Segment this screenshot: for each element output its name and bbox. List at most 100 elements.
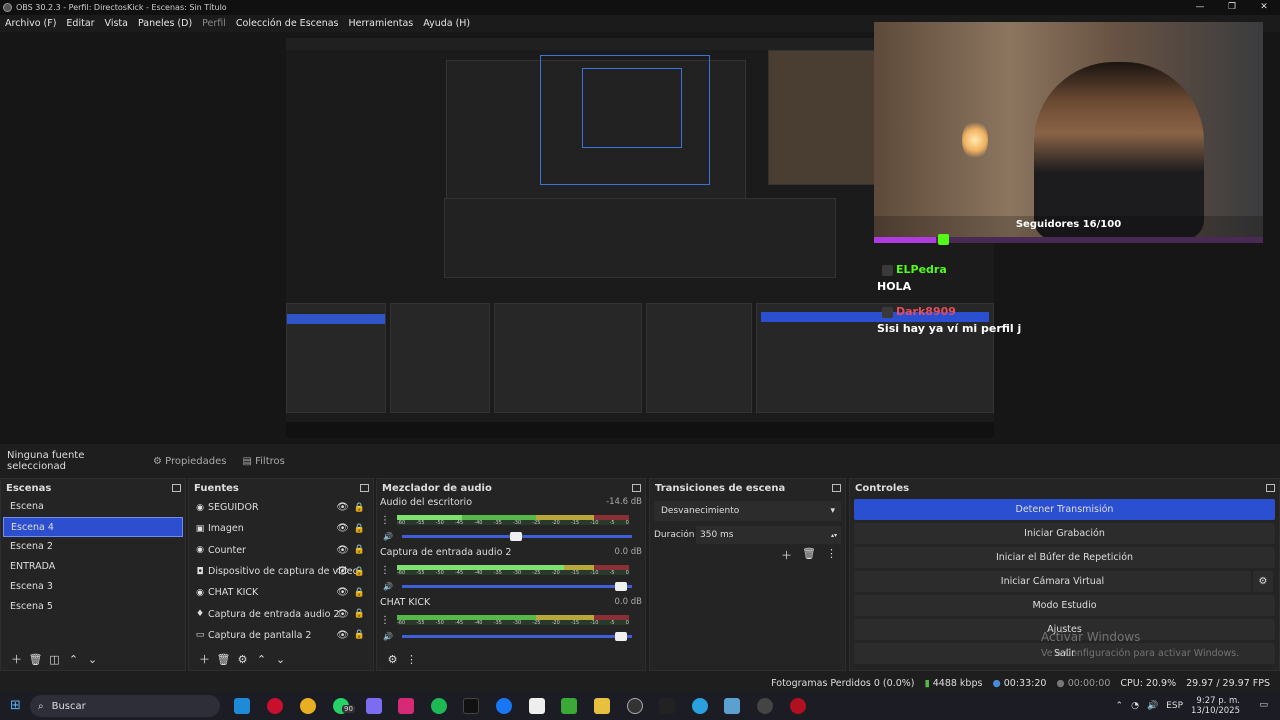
speaker-icon[interactable]: 🔊 — [1147, 701, 1158, 711]
scene-item[interactable]: Escena 2 — [3, 537, 183, 557]
float-icon[interactable] — [832, 484, 841, 492]
facebook-icon[interactable] — [496, 698, 512, 714]
slider-knob[interactable] — [615, 581, 628, 591]
edge-icon[interactable] — [234, 698, 250, 714]
eye-icon[interactable]: 👁 — [336, 587, 349, 598]
speaker-icon[interactable]: 🔊 — [383, 632, 397, 641]
wifi-icon[interactable]: ◔ — [1131, 701, 1139, 711]
windows-start-icon[interactable]: ⊞ — [10, 698, 21, 713]
source-item[interactable]: ▣ Imagen 👁 🔒 — [189, 518, 373, 539]
source-item[interactable]: ▭ Captura de pantalla 2 👁 🔒 — [189, 625, 373, 646]
start-virtual-camera-button[interactable]: Iniciar Cámara Virtual ⚙ — [854, 571, 1273, 592]
float-icon[interactable] — [1266, 484, 1275, 492]
menu-tools[interactable]: Herramientas — [344, 18, 419, 29]
instagram-icon[interactable] — [398, 698, 414, 714]
slider-knob[interactable] — [509, 531, 522, 541]
eye-icon[interactable]: 👁 — [336, 566, 349, 577]
eye-icon[interactable]: 👁 — [336, 545, 349, 556]
float-icon[interactable] — [360, 484, 369, 492]
maximize-button[interactable]: ❐ — [1216, 0, 1248, 15]
scene-filters-button[interactable]: ◫ — [45, 653, 64, 666]
eye-icon[interactable]: 👁 — [336, 502, 349, 513]
source-item[interactable]: ◉ Counter 👁 🔒 — [189, 540, 373, 561]
scene-item[interactable]: Escena 5 — [3, 597, 183, 617]
scene-item[interactable]: Escena 3 — [3, 577, 183, 597]
selection-box-inner[interactable] — [582, 68, 682, 148]
capcut-icon[interactable] — [529, 698, 545, 714]
add-scene-button[interactable]: ＋ — [7, 651, 26, 667]
source-properties-button[interactable]: ⚙ — [233, 653, 252, 666]
lock-icon[interactable]: 🔒 — [354, 588, 365, 598]
stop-streaming-button[interactable]: Detener Transmisión — [854, 499, 1275, 520]
app-icon[interactable] — [790, 698, 806, 714]
scene-item[interactable]: Escena — [3, 497, 183, 517]
remove-source-button[interactable]: 🗑 — [214, 653, 233, 666]
menu-edit[interactable]: Editar — [61, 18, 99, 29]
taskbar-search[interactable]: ⌕ Buscar — [30, 695, 220, 717]
start-replay-buffer-button[interactable]: Iniciar el Búfer de Repetición — [854, 547, 1275, 568]
move-up-button[interactable]: ⌃ — [64, 653, 83, 666]
telegram-icon[interactable] — [692, 698, 708, 714]
tiktok-icon[interactable] — [463, 698, 479, 714]
transition-menu-button[interactable]: ⋮ — [826, 547, 837, 563]
threads-icon[interactable] — [757, 698, 773, 714]
lock-icon[interactable]: 🔒 — [354, 630, 365, 640]
gear-icon[interactable]: ⚙ — [1253, 571, 1273, 592]
obs-taskbar-icon[interactable] — [627, 698, 643, 714]
notification-icon[interactable]: ▭ — [1259, 700, 1268, 710]
kebab-icon[interactable]: ⋮ — [380, 615, 390, 626]
opera-icon[interactable] — [267, 698, 283, 714]
menu-docks[interactable]: Paneles (D) — [133, 18, 197, 29]
chrome-icon[interactable] — [300, 698, 316, 714]
float-icon[interactable] — [172, 484, 181, 492]
move-down-button[interactable]: ⌄ — [271, 653, 290, 666]
kebab-icon[interactable]: ⋮ — [380, 515, 390, 526]
add-transition-button[interactable]: ＋ — [781, 547, 792, 563]
close-button[interactable]: ✕ — [1248, 0, 1280, 15]
volume-slider[interactable] — [402, 631, 632, 641]
volume-slider[interactable] — [402, 581, 632, 591]
spotify-icon[interactable] — [431, 698, 447, 714]
tray-chevron-icon[interactable]: ⌃ — [1116, 701, 1124, 711]
lock-icon[interactable]: 🔒 — [354, 545, 365, 555]
source-item[interactable]: ◉ SEGUIDOR 👁 🔒 — [189, 497, 373, 518]
spinner-icon[interactable]: ▴▾ — [831, 532, 837, 539]
epic-games-icon[interactable] — [659, 698, 675, 714]
add-source-button[interactable]: ＋ — [195, 651, 214, 667]
remove-transition-button[interactable]: 🗑 — [802, 547, 816, 563]
lock-icon[interactable]: 🔒 — [354, 503, 365, 513]
remove-scene-button[interactable]: 🗑 — [26, 653, 45, 666]
lock-icon[interactable]: 🔒 — [354, 609, 365, 619]
mixer-menu-button[interactable]: ⋮ — [402, 653, 421, 666]
menu-help[interactable]: Ayuda (H) — [418, 18, 475, 29]
volume-slider[interactable] — [402, 531, 632, 541]
source-item[interactable]: ◘ Dispositivo de captura de video 👁 🔒 — [189, 561, 373, 582]
lock-icon[interactable]: 🔒 — [354, 567, 365, 577]
scene-item[interactable]: ENTRADA — [3, 557, 183, 577]
properties-button[interactable]: ⚙ Propiedades — [145, 456, 234, 467]
minimize-button[interactable]: — — [1184, 0, 1216, 15]
eye-icon[interactable]: 👁 — [336, 630, 349, 641]
filters-button[interactable]: ▤ Filtros — [234, 456, 292, 467]
duration-input[interactable]: 350 ms ▴▾ — [696, 526, 841, 544]
speaker-icon[interactable]: 🔊 — [383, 532, 397, 541]
copilot-icon[interactable] — [366, 698, 382, 714]
advanced-audio-button[interactable]: ⚙ — [383, 653, 402, 666]
app-icon[interactable] — [724, 698, 740, 714]
float-icon[interactable] — [632, 484, 641, 492]
studio-mode-button[interactable]: Modo Estudio — [854, 595, 1275, 616]
eye-icon[interactable]: 👁 — [336, 523, 349, 534]
folder-icon[interactable] — [594, 698, 610, 714]
minecraft-icon[interactable] — [561, 698, 577, 714]
kebab-icon[interactable]: ⋮ — [380, 565, 390, 576]
menu-scene-collection[interactable]: Colección de Escenas — [231, 18, 344, 29]
menu-view[interactable]: Vista — [100, 18, 133, 29]
language-indicator[interactable]: ESP — [1166, 701, 1183, 711]
speaker-icon[interactable]: 🔊 — [383, 582, 397, 591]
source-item[interactable]: ◉ CHAT KICK 👁 🔒 — [189, 582, 373, 603]
eye-icon[interactable]: 👁 — [336, 609, 349, 620]
clock[interactable]: 9:27 p. m. 13/10/2025 — [1191, 696, 1240, 716]
move-down-button[interactable]: ⌄ — [83, 653, 102, 666]
start-recording-button[interactable]: Iniciar Grabación — [854, 523, 1275, 544]
transition-select[interactable]: Desvanecimiento ▾ — [654, 501, 841, 521]
